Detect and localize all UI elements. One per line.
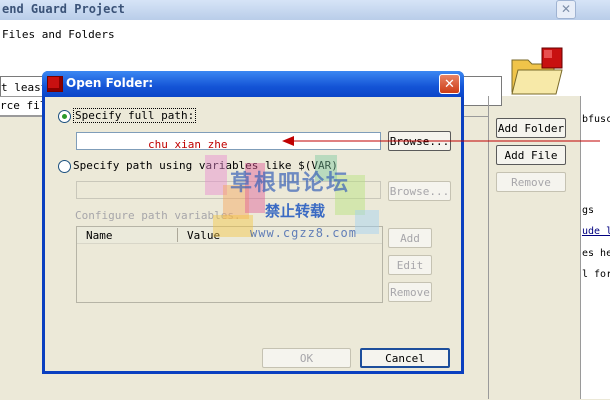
watermark-url: www.cgzz8.com xyxy=(250,226,357,240)
watermark-title: 草根吧论坛 xyxy=(230,171,351,196)
watermark-subtitle: 禁止转载 xyxy=(265,202,326,220)
